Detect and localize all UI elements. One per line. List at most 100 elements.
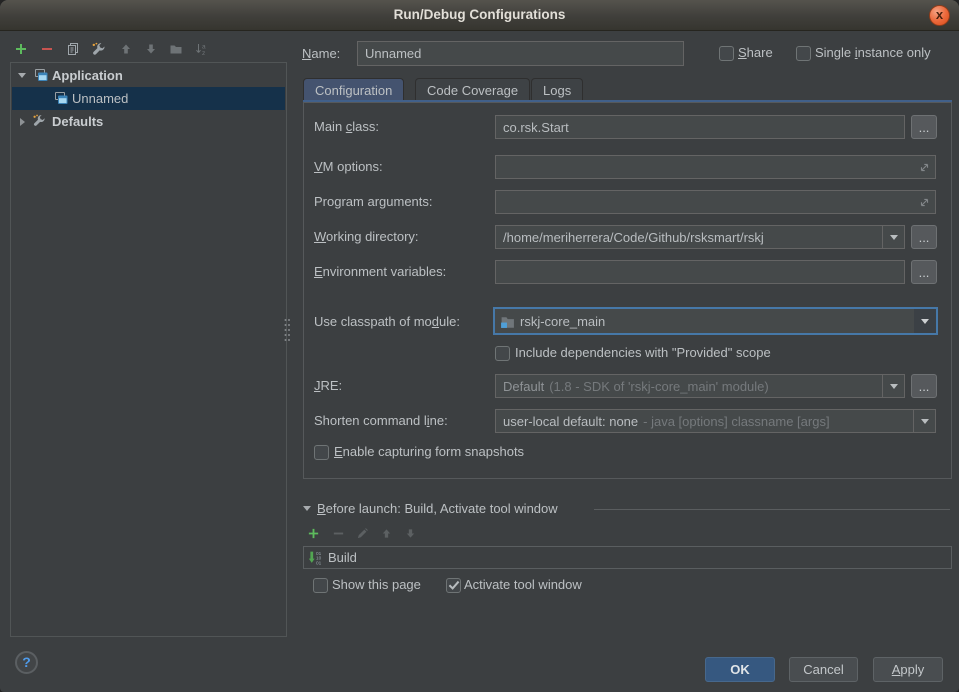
capture-snapshots-checkbox[interactable] xyxy=(314,445,329,460)
application-icon xyxy=(53,90,69,106)
module-value: rskj-core_main xyxy=(520,314,605,329)
title-bar: Run/Debug Configurations x xyxy=(0,0,959,31)
copy-icon[interactable] xyxy=(66,42,80,56)
task-up-icon[interactable] xyxy=(380,527,393,540)
activate-tool-window-checkbox[interactable] xyxy=(446,578,461,593)
environment-variables-field[interactable] xyxy=(495,260,905,284)
jre-combo[interactable]: Default (1.8 - SDK of 'rskj-core_main' m… xyxy=(495,374,905,398)
dialog-title: Run/Debug Configurations xyxy=(0,0,959,31)
ok-button[interactable]: OK xyxy=(705,657,775,682)
add-task-icon[interactable] xyxy=(307,527,320,540)
jre-browse-button[interactable]: ... xyxy=(911,374,937,398)
working-directory-dropdown-button[interactable] xyxy=(882,226,904,248)
vm-options-field[interactable] xyxy=(495,155,936,179)
chevron-down-icon xyxy=(890,235,898,240)
new-folder-icon[interactable] xyxy=(169,42,183,56)
sort-alphabetically-icon[interactable]: a z xyxy=(195,42,209,56)
add-icon[interactable] xyxy=(14,42,28,56)
environment-variables-label: Environment variables: xyxy=(314,260,446,284)
build-icon: 01 10 01 xyxy=(308,550,323,565)
task-down-icon[interactable] xyxy=(404,527,417,540)
tree-item-defaults[interactable]: Defaults xyxy=(12,110,285,133)
working-directory-value: /home/meriherrera/Code/Github/rsksmart/r… xyxy=(503,230,764,245)
tree-item-unnamed[interactable]: Unnamed xyxy=(12,87,285,110)
program-arguments-field[interactable] xyxy=(495,190,936,214)
chevron-down-icon xyxy=(921,319,929,324)
close-button[interactable]: x xyxy=(929,5,950,26)
working-directory-browse-button[interactable]: ... xyxy=(911,225,937,249)
main-class-label: Main class: xyxy=(314,115,379,139)
tab-code-coverage[interactable]: Code Coverage xyxy=(415,78,530,101)
main-class-field[interactable]: co.rsk.Start xyxy=(495,115,905,139)
before-launch-separator xyxy=(594,509,950,510)
shorten-value: user-local default: none xyxy=(503,414,638,429)
include-provided-checkbox[interactable] xyxy=(495,346,510,361)
name-input[interactable] xyxy=(357,41,684,66)
working-directory-combo[interactable]: /home/meriherrera/Code/Github/rsksmart/r… xyxy=(495,225,905,249)
show-this-page-label[interactable]: Show this page xyxy=(332,576,421,594)
jre-dropdown-button[interactable] xyxy=(882,375,904,397)
chevron-down-icon xyxy=(921,419,929,424)
shorten-command-line-combo[interactable]: user-local default: none - java [options… xyxy=(495,409,936,433)
before-launch-collapse-icon[interactable] xyxy=(303,506,311,511)
tab-label: Configuration xyxy=(315,83,392,98)
jre-value: Default xyxy=(503,379,544,394)
working-directory-label: Working directory: xyxy=(314,225,419,249)
vm-options-label: VM options: xyxy=(314,155,383,179)
share-checkbox[interactable] xyxy=(719,46,734,61)
jre-label: JRE: xyxy=(314,374,342,398)
program-arguments-label: Program arguments: xyxy=(314,190,433,214)
move-up-icon[interactable] xyxy=(119,42,133,56)
jre-value-detail: (1.8 - SDK of 'rskj-core_main' module) xyxy=(549,379,769,394)
task-row-build[interactable]: 01 10 01 Build xyxy=(308,550,357,565)
svg-text:z: z xyxy=(202,50,205,56)
help-button[interactable]: ? xyxy=(15,651,38,674)
module-icon xyxy=(500,314,515,329)
capture-snapshots-label[interactable]: Enable capturing form snapshots xyxy=(334,443,524,461)
remove-task-icon[interactable] xyxy=(332,527,345,540)
environment-variables-browse-button[interactable]: ... xyxy=(911,260,937,284)
task-label: Build xyxy=(328,550,357,565)
cancel-button[interactable]: Cancel xyxy=(789,657,858,682)
splitter-grip[interactable] xyxy=(283,318,291,346)
main-class-browse-button[interactable]: ... xyxy=(911,115,937,139)
apply-button[interactable]: Apply xyxy=(873,657,943,682)
module-dropdown-button[interactable] xyxy=(914,309,936,333)
tree-item-label: Defaults xyxy=(52,110,103,133)
module-label: Use classpath of module: xyxy=(314,309,460,335)
tab-label: Logs xyxy=(543,83,571,98)
defaults-wrench-icon xyxy=(32,114,46,128)
before-launch-title[interactable]: Before launch: Build, Activate tool wind… xyxy=(317,500,558,518)
module-combo[interactable]: rskj-core_main xyxy=(493,307,938,335)
single-instance-checkbox[interactable] xyxy=(796,46,811,61)
tab-label: Code Coverage xyxy=(427,83,518,98)
expand-field-icon[interactable] xyxy=(918,161,931,174)
shorten-command-line-label: Shorten command line: xyxy=(314,409,448,433)
tree-item-label: Unnamed xyxy=(72,87,128,110)
activate-tool-window-label[interactable]: Activate tool window xyxy=(464,576,582,594)
shorten-value-detail: - java [options] classname [args] xyxy=(643,414,829,429)
tree-item-application[interactable]: Application xyxy=(12,64,285,87)
chevron-right-icon[interactable] xyxy=(20,118,25,126)
shorten-dropdown-button[interactable] xyxy=(913,410,935,432)
show-this-page-checkbox[interactable] xyxy=(313,578,328,593)
tree-item-label: Application xyxy=(52,64,123,87)
chevron-down-icon[interactable] xyxy=(18,73,26,78)
run-debug-configurations-dialog: Run/Debug Configurations x a z Applica xyxy=(0,0,959,692)
before-launch-task-list: 01 10 01 Build xyxy=(303,546,952,569)
chevron-down-icon xyxy=(890,384,898,389)
remove-icon[interactable] xyxy=(40,42,54,56)
application-icon xyxy=(33,67,49,83)
move-down-icon[interactable] xyxy=(144,42,158,56)
main-class-value: co.rsk.Start xyxy=(503,120,569,135)
tab-configuration[interactable]: Configuration xyxy=(303,78,404,101)
configurations-tree: Application Unnamed Defaults xyxy=(10,62,287,637)
share-label[interactable]: Share xyxy=(738,44,773,62)
edit-defaults-wrench-icon[interactable] xyxy=(91,42,106,57)
include-provided-label[interactable]: Include dependencies with "Provided" sco… xyxy=(515,344,771,362)
expand-field-icon[interactable] xyxy=(918,196,931,209)
svg-text:01: 01 xyxy=(316,560,322,565)
single-instance-label[interactable]: Single instance only xyxy=(815,44,931,62)
edit-task-pencil-icon[interactable] xyxy=(356,527,369,540)
tab-logs[interactable]: Logs xyxy=(531,78,583,101)
